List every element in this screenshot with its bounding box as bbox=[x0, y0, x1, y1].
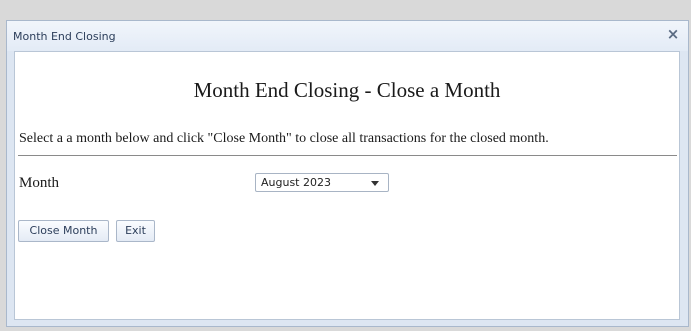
close-icon[interactable]: × bbox=[665, 25, 681, 43]
chevron-down-icon[interactable] bbox=[371, 181, 379, 186]
dialog-content: Month End Closing - Close a Month Select… bbox=[14, 51, 680, 320]
month-label: Month bbox=[19, 175, 60, 191]
dialog-title: Month End Closing bbox=[13, 30, 116, 43]
month-select[interactable]: August 2023 bbox=[255, 173, 389, 192]
exit-button[interactable]: Exit bbox=[116, 220, 155, 242]
month-select-value: August 2023 bbox=[261, 176, 331, 189]
divider bbox=[18, 155, 677, 156]
close-month-button[interactable]: Close Month bbox=[18, 220, 109, 242]
instructions-text: Select a a month below and click "Close … bbox=[19, 131, 549, 146]
page-title: Month End Closing - Close a Month bbox=[193, 78, 501, 102]
month-end-closing-dialog: Month End Closing × Month End Closing - … bbox=[6, 20, 689, 327]
dialog-titlebar[interactable]: Month End Closing × bbox=[7, 21, 688, 51]
